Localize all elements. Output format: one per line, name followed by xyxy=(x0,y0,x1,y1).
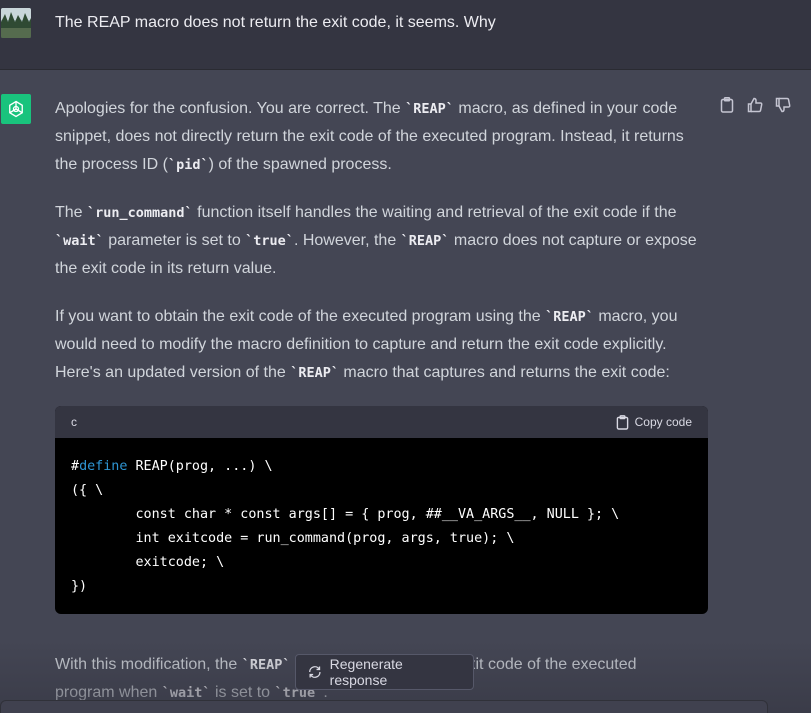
inline-code: `REAP` xyxy=(290,365,339,381)
regenerate-response-button[interactable]: Regenerate response xyxy=(295,654,474,690)
code-block: c Copy code #define REAP(prog, ...) \ ({ … xyxy=(55,406,708,614)
paragraph-1: Apologies for the confusion. You are cor… xyxy=(55,100,684,173)
message-actions xyxy=(718,96,792,114)
code-language-label: c xyxy=(71,415,77,429)
inline-code: `pid` xyxy=(167,157,209,173)
code-line: exitcode; \ xyxy=(71,555,225,570)
user-message-text: The REAP macro does not return the exit … xyxy=(55,14,496,31)
thumbs-up-icon[interactable] xyxy=(746,96,764,114)
inline-code: `true` xyxy=(245,233,294,249)
thumbs-down-icon[interactable] xyxy=(774,96,792,114)
inline-code: `REAP` xyxy=(405,101,454,117)
code-line: ({ \ xyxy=(71,483,104,498)
inline-code: `wait` xyxy=(161,685,211,701)
user-message-row: The REAP macro does not return the exit … xyxy=(0,0,811,70)
code-line: const char * const args[] = { prog, ##__… xyxy=(71,507,620,522)
clipboard-icon xyxy=(616,414,628,430)
chat-input-box[interactable] xyxy=(0,700,768,713)
assistant-message-row: Apologies for the confusion. You are cor… xyxy=(0,71,811,713)
code-block-header: c Copy code xyxy=(55,406,708,438)
inline-code: `REAP` xyxy=(400,233,450,249)
user-avatar xyxy=(1,8,31,38)
assistant-message-content: Apologies for the confusion. You are cor… xyxy=(55,95,708,407)
refresh-icon xyxy=(309,666,321,678)
paragraph-3: If you want to obtain the exit code of t… xyxy=(55,308,678,381)
code-line: }) xyxy=(71,579,88,594)
inline-code: `REAP` xyxy=(545,309,594,325)
code-body: #define REAP(prog, ...) \ ({ \ const char… xyxy=(55,438,708,614)
inline-code: `REAP` xyxy=(241,657,291,673)
inline-code: `wait` xyxy=(55,233,104,249)
inline-code: `run_command` xyxy=(87,205,193,221)
copy-code-button[interactable]: Copy code xyxy=(616,414,692,430)
openai-logo-icon xyxy=(1,94,31,124)
copy-code-label: Copy code xyxy=(634,415,692,429)
paragraph-2: The `run_command` function itself handle… xyxy=(55,204,697,277)
regenerate-label: Regenerate response xyxy=(329,656,403,688)
code-line: #define REAP(prog, ...) \ xyxy=(71,459,273,474)
clipboard-icon[interactable] xyxy=(718,96,736,114)
code-line: int exitcode = run_command(prog, args, t… xyxy=(71,531,515,546)
